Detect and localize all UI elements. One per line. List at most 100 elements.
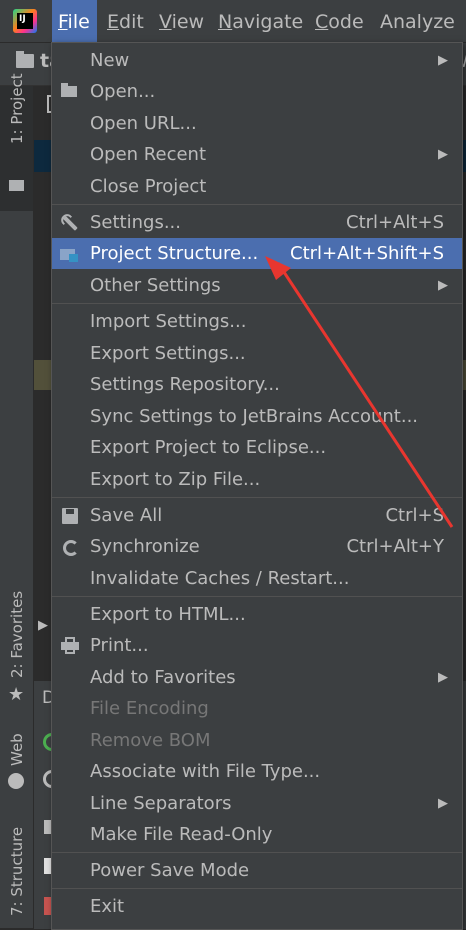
globe-icon [8, 773, 24, 789]
menu-code-mnemonic: C [315, 11, 329, 33]
menu-item-settings-repository[interactable]: Settings Repository... [52, 369, 462, 400]
menu-separator [52, 888, 462, 889]
menu-item-label: Open... [90, 81, 156, 102]
menu-item-line-separators[interactable]: Line Separators ▶ [52, 788, 462, 819]
menu-item-label: Synchronize [90, 536, 200, 557]
project-structure-icon [60, 244, 80, 264]
menu-item-invalidate-caches[interactable]: Invalidate Caches / Restart... [52, 563, 462, 594]
tool-tab-favorites[interactable]: 2: Favorites [0, 590, 33, 678]
menu-item-import-settings[interactable]: Import Settings... [52, 306, 462, 337]
folder-open-icon [60, 82, 80, 102]
menu-edit-mnemonic: E [107, 11, 120, 33]
menu-item-label: Remove BOM [90, 730, 211, 751]
project-folder-icon [16, 51, 34, 68]
menu-item-project-structure[interactable]: Project Structure... Ctrl+Alt+Shift+S [52, 238, 462, 269]
menu-item-power-save[interactable]: Power Save Mode [52, 855, 462, 886]
menu-item-label: Power Save Mode [90, 860, 250, 881]
menu-item-label: Export to Zip File... [90, 469, 261, 490]
star-icon: ★ [8, 684, 25, 705]
menu-item-save-all[interactable]: Save All Ctrl+S [52, 500, 462, 531]
menu-code-rest: ode [328, 11, 364, 33]
menu-item-label: File Encoding [90, 698, 209, 719]
menu-item-label: Sync Settings to JetBrains Account... [90, 406, 419, 427]
menu-item-label: Line Separators [90, 793, 232, 814]
menu-item-exit[interactable]: Exit [52, 891, 462, 922]
menu-analyze-label: Analyze [380, 11, 455, 33]
menu-separator [52, 303, 462, 304]
expand-arrow-icon[interactable]: ▶ [38, 618, 48, 633]
menu-item-make-read-only[interactable]: Make File Read-Only [52, 819, 462, 850]
menu-item-sync-settings[interactable]: Sync Settings to JetBrains Account... [52, 401, 462, 432]
menu-view-rest: iew [171, 11, 205, 33]
menu-item-open-recent[interactable]: Open Recent ▶ [52, 139, 462, 170]
menu-view[interactable]: View [153, 0, 210, 42]
menu-item-close-project[interactable]: Close Project [52, 171, 462, 202]
menu-item-export-eclipse[interactable]: Export Project to Eclipse... [52, 432, 462, 463]
tool-tab-web[interactable]: Web [0, 730, 33, 770]
menu-navigate-mnemonic: N [218, 11, 233, 33]
menu-item-settings[interactable]: Settings... Ctrl+Alt+S [52, 207, 462, 238]
menu-item-label: Import Settings... [90, 311, 247, 332]
logo-text: IJ [19, 14, 26, 24]
menu-item-synchronize[interactable]: Synchronize Ctrl+Alt+Y [52, 531, 462, 562]
tool-tab-web-label: Web [8, 733, 26, 766]
menu-item-label: Open Recent [90, 144, 207, 165]
menu-item-add-to-favorites[interactable]: Add to Favorites ▶ [52, 662, 462, 693]
menu-item-label: Open URL... [90, 113, 197, 134]
menu-item-label: Settings... [90, 212, 181, 233]
menu-item-shortcut: Ctrl+Alt+Y [346, 536, 444, 557]
menu-separator [52, 852, 462, 853]
menu-item-label: Project Structure... [90, 243, 259, 264]
file-menu-dropdown: New ▶ Open... Open URL... Open Recent ▶ … [51, 42, 463, 930]
menu-item-label: Settings Repository... [90, 374, 280, 395]
tool-tab-project[interactable]: 1: Project [0, 73, 33, 211]
menu-item-label: Exit [90, 896, 125, 917]
save-icon [60, 506, 80, 526]
menu-item-open[interactable]: Open... [52, 76, 462, 107]
menu-item-shortcut: Ctrl+Alt+Shift+S [290, 243, 444, 264]
print-icon [60, 636, 80, 656]
menu-item-shortcut: Ctrl+S [385, 505, 444, 526]
menu-file-mnemonic: F [58, 11, 68, 33]
menu-item-export-settings[interactable]: Export Settings... [52, 338, 462, 369]
submenu-arrow-icon: ▶ [438, 53, 448, 68]
submenu-arrow-icon: ▶ [438, 796, 448, 811]
tool-tab-favorites-label: 2: Favorites [8, 590, 26, 678]
menu-item-remove-bom: Remove BOM [52, 725, 462, 756]
menu-item-label: Close Project [90, 176, 207, 197]
menu-separator [52, 497, 462, 498]
intellij-logo-icon: IJ [13, 9, 37, 33]
menu-item-other-settings[interactable]: Other Settings ▶ [52, 270, 462, 301]
menu-item-label: Add to Favorites [90, 667, 236, 688]
tool-tab-project-label: 1: Project [8, 73, 26, 144]
menu-item-export-html[interactable]: Export to HTML... [52, 599, 462, 630]
menu-item-label: Make File Read-Only [90, 824, 273, 845]
submenu-arrow-icon: ▶ [438, 670, 448, 685]
menu-analyze[interactable]: Analyze [374, 0, 461, 42]
menu-item-shortcut: Ctrl+Alt+S [346, 212, 444, 233]
tool-tab-structure[interactable]: 7: Structure [0, 822, 33, 928]
menu-item-export-zip[interactable]: Export to Zip File... [52, 464, 462, 495]
menu-item-print[interactable]: Print... [52, 630, 462, 661]
sync-icon [60, 537, 80, 557]
menu-view-mnemonic: V [159, 11, 172, 33]
menu-item-label: Export Project to Eclipse... [90, 437, 327, 458]
menu-edit[interactable]: Edit [101, 0, 150, 42]
menu-navigate[interactable]: Navigate [212, 0, 309, 42]
menu-file[interactable]: File [52, 0, 97, 42]
left-tool-strip [0, 86, 34, 928]
menu-item-new[interactable]: New ▶ [52, 45, 462, 76]
menu-item-label: Save All [90, 505, 163, 526]
menu-item-label: Associate with File Type... [90, 761, 321, 782]
menu-code[interactable]: Code [309, 0, 370, 42]
submenu-arrow-icon: ▶ [438, 278, 448, 293]
menu-item-open-url[interactable]: Open URL... [52, 108, 462, 139]
menu-separator [52, 596, 462, 597]
menu-file-rest: ile [67, 11, 90, 33]
menu-item-label: Invalidate Caches / Restart... [90, 568, 350, 589]
menu-item-associate-file-type[interactable]: Associate with File Type... [52, 756, 462, 787]
folder-icon [9, 180, 24, 191]
main-menubar: IJ File Edit View Navigate Code Analyze [0, 0, 466, 43]
menu-item-label: Print... [90, 635, 149, 656]
menu-item-label: Export Settings... [90, 343, 246, 364]
